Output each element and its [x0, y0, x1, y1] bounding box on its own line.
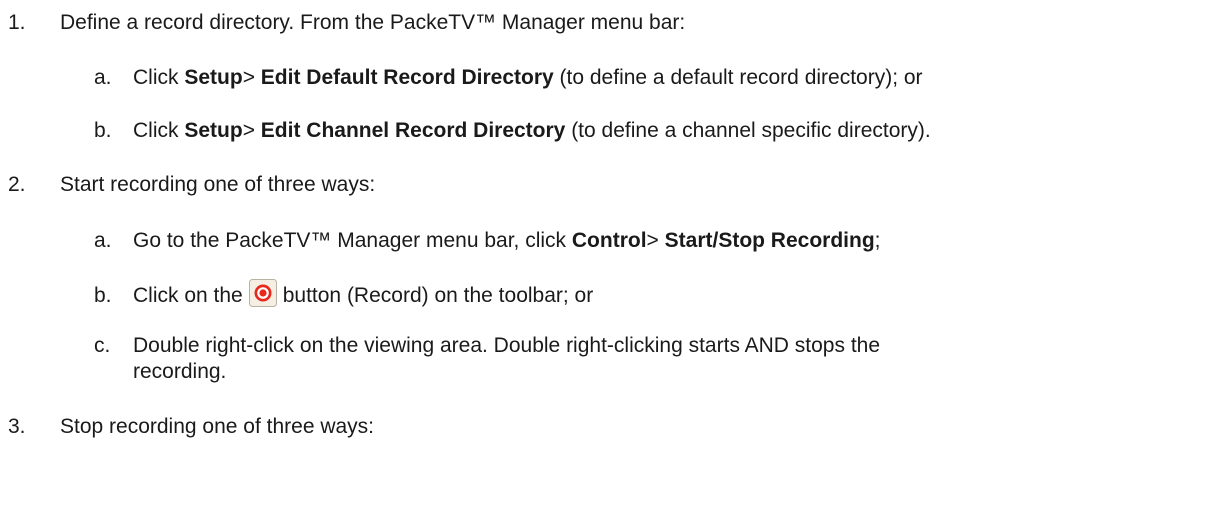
- substep-letter: c.: [94, 334, 111, 357]
- menu-setup: Setup: [184, 66, 243, 89]
- substep-letter: b.: [94, 119, 112, 142]
- substep-text: Click Setup> Edit Channel Record Directo…: [133, 119, 931, 142]
- substep-letter: a.: [94, 229, 112, 252]
- substep-text: Click Setup> Edit Default Record Directo…: [133, 66, 923, 89]
- substep-text-line-2: recording.: [133, 360, 227, 383]
- menu-edit-channel-record-directory: Edit Channel Record Directory: [260, 119, 566, 142]
- step-text: Stop recording one of three ways:: [60, 415, 375, 438]
- step-text: Define a record directory. From the Pack…: [60, 11, 686, 34]
- substep-text: Click on the button (Record) on the tool…: [133, 279, 593, 309]
- menu-setup: Setup: [184, 119, 243, 142]
- menu-edit-default-record-directory: Edit Default Record Directory: [260, 66, 554, 89]
- step-number: 1.: [8, 11, 26, 34]
- substep-letter: b.: [94, 284, 112, 307]
- menu-start-stop-recording: Start/Stop Recording: [664, 229, 875, 252]
- menu-control: Control: [571, 229, 647, 252]
- step-number: 3.: [8, 415, 26, 438]
- substep-text: Go to the PackeTV™ Manager menu bar, cli…: [133, 229, 881, 252]
- step-number: 2.: [8, 173, 26, 196]
- step-text: Start recording one of three ways:: [60, 173, 376, 196]
- substep-text-line-1: Double right-click on the viewing area. …: [133, 334, 881, 357]
- substep-letter: a.: [94, 66, 112, 89]
- record-button-icon: [248, 279, 277, 308]
